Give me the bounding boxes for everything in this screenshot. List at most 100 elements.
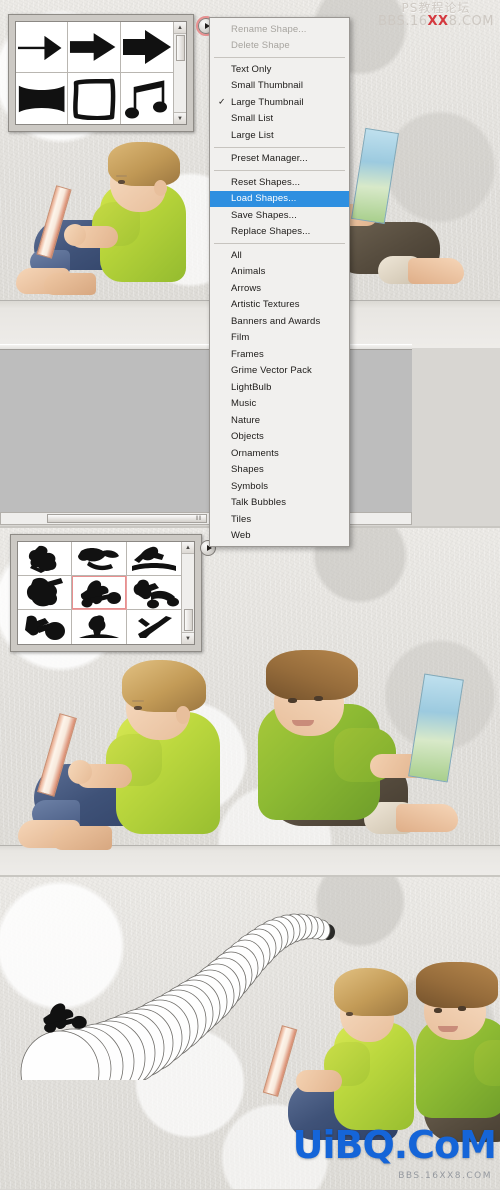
menu-item-frames[interactable]: Frames — [210, 346, 349, 363]
banner-pinched-rectangle-icon — [18, 85, 65, 112]
checkmark-icon: ✓ — [218, 96, 226, 107]
beamed-eighth-notes-icon — [124, 79, 167, 118]
menu-item-talk-bubbles[interactable]: Talk Bubbles — [210, 495, 349, 512]
menu-item-symbols[interactable]: Symbols — [210, 478, 349, 495]
mouth — [438, 1026, 458, 1032]
bmx-rider-silhouette-icon — [80, 579, 121, 607]
menu-item-artistic-textures[interactable]: Artistic Textures — [210, 297, 349, 314]
scroll-down-arrow-icon[interactable]: ▼ — [174, 112, 186, 124]
watermark-top-line2: BBS.16XX8.COM — [377, 13, 494, 29]
menu-item-load-shapes[interactable]: Load Shapes... — [210, 190, 349, 207]
menu-item-objects[interactable]: Objects — [210, 429, 349, 446]
kite-surfer-silhouette-icon — [137, 616, 172, 638]
shape-picker-flyout-menu[interactable]: Rename Shape... Delete Shape Text Only S… — [209, 17, 350, 547]
eye-left — [434, 1008, 442, 1013]
scroll-down-arrow-icon[interactable]: ▼ — [182, 632, 194, 644]
snowboarder-silhouette-icon — [28, 545, 57, 573]
shape-cell-chevron-arrow-right[interactable] — [68, 22, 121, 73]
menu-item-banners-and-awards[interactable]: Banners and Awards — [210, 313, 349, 330]
eye-right — [458, 1006, 466, 1011]
hair — [416, 962, 498, 1008]
scrollbar-grip-icon: ‖‖ — [196, 515, 202, 522]
scroll-up-arrow-icon[interactable]: ▲ — [174, 22, 186, 34]
shape-cell-skateboarder-silhouette[interactable] — [72, 542, 127, 576]
menu-item-small-list[interactable]: Small List — [210, 111, 349, 128]
menu-item-ornaments[interactable]: Ornaments — [210, 445, 349, 462]
shape-cell-bmx-rider-silhouette[interactable] — [72, 576, 127, 610]
custom-shape-picker-panel-2[interactable]: ▲ ▼ — [10, 534, 202, 652]
shape-cell-motocross-rider-silhouette[interactable] — [18, 610, 73, 644]
menu-item-shapes[interactable]: Shapes — [210, 462, 349, 479]
menu-item-film[interactable]: Film — [210, 330, 349, 347]
scroll-up-arrow-icon[interactable]: ▲ — [182, 542, 194, 554]
scrollbar-track[interactable] — [174, 61, 186, 112]
eyebrow — [116, 175, 127, 177]
watermark-bottom-subtext: BBS.16XX8.COM — [398, 1171, 492, 1181]
shape-cell-wakeboarder-silhouette[interactable] — [18, 576, 73, 610]
rough-square-frame-icon — [73, 78, 116, 120]
menu-item-small-thumbnail[interactable]: Small Thumbnail — [210, 78, 349, 95]
scrollbar-track[interactable] — [182, 554, 194, 609]
eye — [346, 1012, 353, 1016]
menu-item-arrows[interactable]: Arrows — [210, 280, 349, 297]
menu-item-tiles[interactable]: Tiles — [210, 511, 349, 528]
menu-item-all[interactable]: All — [210, 247, 349, 264]
hand — [64, 224, 86, 246]
shape-cell-snowboarder-silhouette[interactable] — [18, 542, 73, 576]
mouth — [292, 720, 314, 726]
menu-item-large-list[interactable]: Large List — [210, 127, 349, 144]
arm — [296, 1070, 342, 1092]
scrollbar-thumb[interactable] — [175, 35, 185, 61]
watermark-prefix: BBS.16 — [377, 13, 428, 29]
menu-item-grime-vector-pack[interactable]: Grime Vector Pack — [210, 363, 349, 380]
menu-item-large-thumbnail[interactable]: ✓ Large Thumbnail — [210, 94, 349, 111]
shape-cell-banner-pinched-rectangle[interactable] — [16, 73, 69, 124]
menu-item-nature[interactable]: Nature — [210, 412, 349, 429]
eye-left — [288, 698, 297, 703]
ear — [154, 180, 167, 196]
canvas-horizontal-scrollbar[interactable]: ‖‖ — [0, 512, 412, 525]
shape-cell-surfer-silhouette[interactable] — [126, 542, 181, 576]
block-arrow-right-icon — [122, 30, 171, 64]
scrollbar-thumb[interactable] — [183, 609, 193, 631]
menu-item-web[interactable]: Web — [210, 528, 349, 545]
menu-item-music[interactable]: Music — [210, 396, 349, 413]
menu-item-save-shapes[interactable]: Save Shapes... — [210, 207, 349, 224]
custom-shape-picker-panel-1[interactable]: ▲ ▼ — [8, 14, 194, 132]
shape-picker-scrollbar-2[interactable]: ▲ ▼ — [181, 542, 194, 644]
shape-cell-quad-bike-rider-silhouette[interactable] — [126, 576, 181, 610]
scrollbar-thumb[interactable]: ‖‖ — [47, 514, 207, 523]
watermark-suffix: 8.COM — [448, 13, 494, 29]
thin-arrow-right-icon — [17, 35, 62, 61]
quad-bike-rider-silhouette-icon — [133, 579, 179, 608]
menu-item-rename-shape: Rename Shape... — [231, 23, 307, 35]
wakeboarder-silhouette-icon — [26, 577, 63, 606]
foot-back — [44, 273, 96, 295]
shape-cell-thin-arrow-right[interactable] — [16, 22, 69, 73]
eye — [118, 180, 125, 184]
menu-item-preset-manager[interactable]: Preset Manager... — [210, 151, 349, 168]
shape-cell-kite-surfer-silhouette[interactable] — [126, 610, 181, 644]
eyebrow — [132, 700, 144, 702]
shape-cell-rough-square-frame[interactable] — [68, 73, 121, 124]
diver-silhouette-icon — [78, 615, 119, 638]
menu-separator — [214, 57, 345, 58]
shape-cell-diver-silhouette[interactable] — [72, 610, 127, 644]
watermark-top: PS教程论坛 BBS.16XX8.COM — [378, 2, 494, 28]
shape-grid — [16, 22, 173, 124]
shape-picker-scrollbar-1[interactable]: ▲ ▼ — [173, 22, 186, 124]
menu-item-reset-shapes[interactable]: Reset Shapes... — [210, 174, 349, 191]
menu-item-animals[interactable]: Animals — [210, 264, 349, 281]
skateboarder-silhouette-icon — [77, 547, 119, 570]
boy-reading-left — [14, 140, 214, 302]
menu-item-replace-shapes[interactable]: Replace Shapes... — [210, 224, 349, 241]
chevron-arrow-right-icon — [70, 33, 116, 61]
menu-item-lightbulb[interactable]: LightBulb — [210, 379, 349, 396]
watermark-bottom: UiBQ.CoM — [292, 1123, 497, 1167]
spiral-shape-trail — [20, 913, 335, 1080]
menu-item-text-only[interactable]: Text Only — [210, 61, 349, 78]
tshirt-sleeve — [474, 1040, 500, 1086]
foot-back — [52, 826, 112, 850]
shape-cell-block-arrow-right[interactable] — [120, 22, 173, 73]
shape-cell-beamed-eighth-notes[interactable] — [120, 73, 173, 124]
